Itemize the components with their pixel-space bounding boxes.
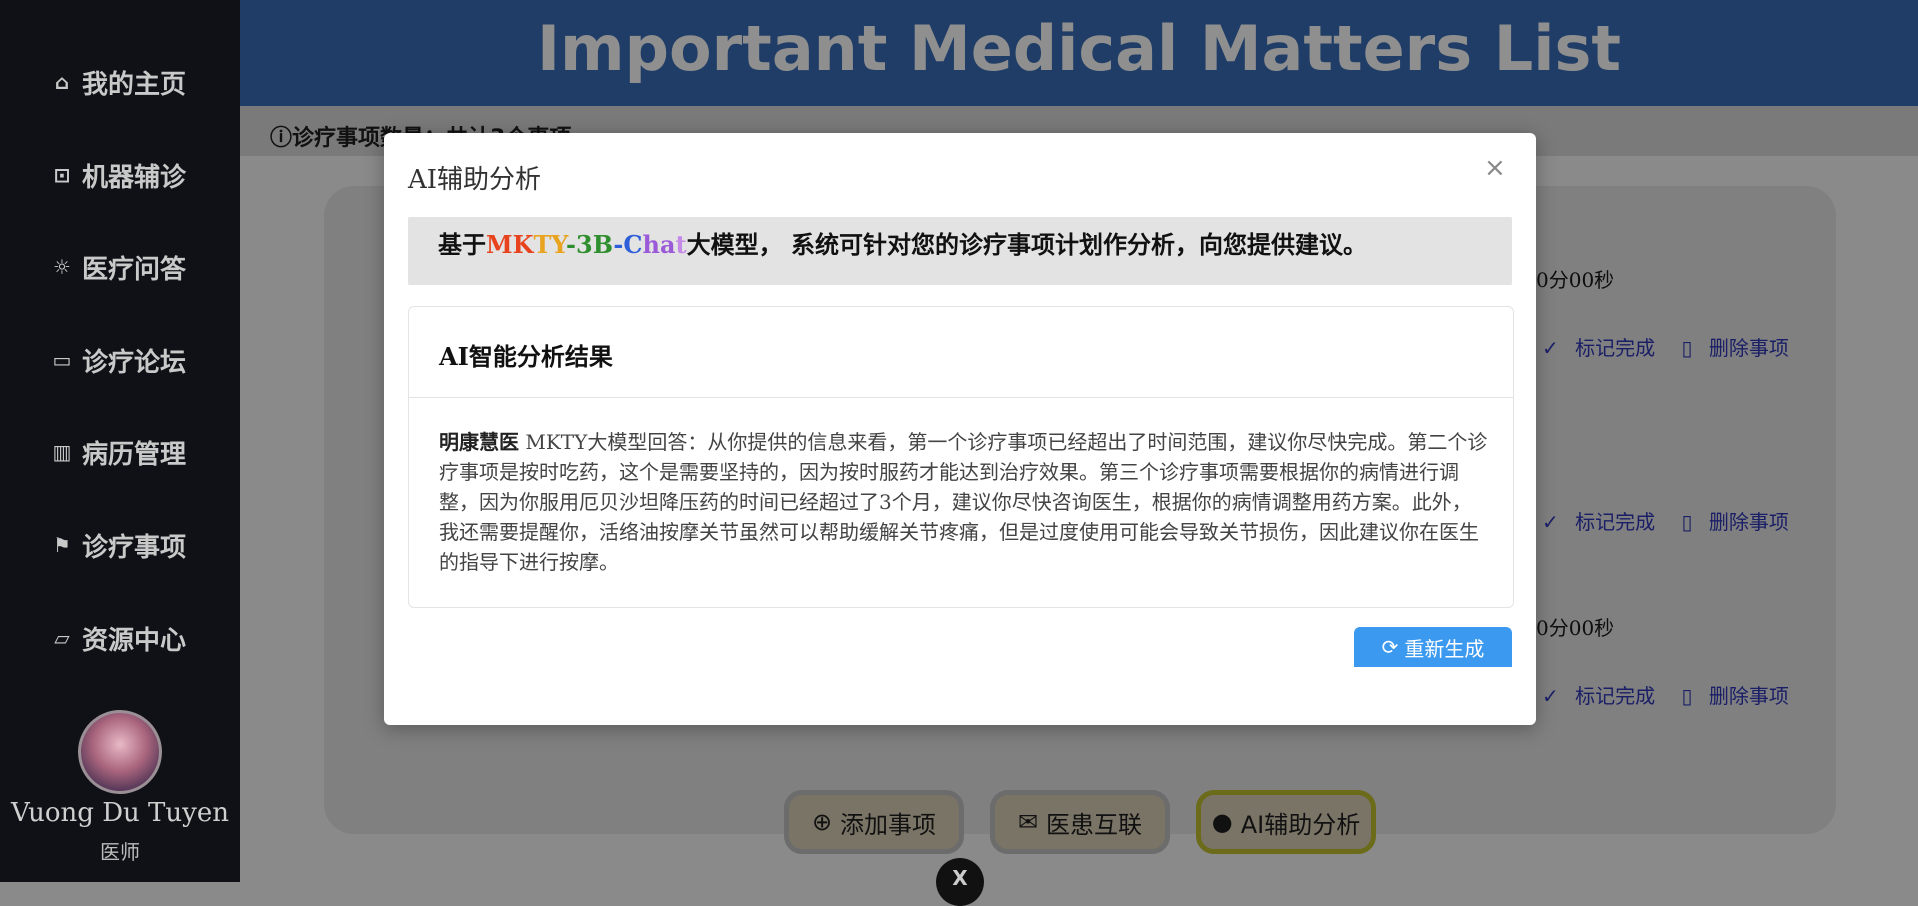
- result-title: AI智能分析结果: [439, 342, 613, 371]
- add-matter-button[interactable]: ⊕ 添加事项: [784, 790, 964, 854]
- model-char: K: [512, 230, 534, 259]
- mark-done-label: 标记完成: [1575, 684, 1656, 708]
- sidebar-item-label: 诊疗事项: [82, 532, 187, 563]
- mark-done-button[interactable]: ✓ 标记完成: [1542, 336, 1665, 360]
- banner-suffix: 大模型， 系统可针对您的诊疗事项计划作分析，向您提供建议。: [686, 230, 1367, 259]
- doctor-patient-label: 医患互联: [1046, 810, 1143, 839]
- banner-text: 基于MKTY-3B-Chat大模型， 系统可针对您的诊疗事项计划作分析，向您提供…: [438, 225, 1367, 260]
- delete-button[interactable]: ▯ 删除事项: [1681, 510, 1798, 534]
- check-icon: ✓: [1542, 684, 1559, 708]
- flag-icon: ⚑: [53, 533, 71, 557]
- model-char: M: [486, 230, 513, 259]
- home-icon: ⌂: [54, 70, 70, 94]
- model-char: -: [613, 230, 624, 259]
- user-name: Vuong Du Tuyen: [11, 798, 229, 828]
- mark-done-button[interactable]: ✓ 标记完成: [1542, 510, 1665, 534]
- model-char: T: [533, 230, 552, 259]
- delete-label: 删除事项: [1708, 684, 1789, 708]
- sidebar-item-label: 医疗问答: [82, 254, 187, 285]
- mark-done-label: 标记完成: [1575, 336, 1656, 360]
- doctor-patient-button[interactable]: ✉ 医患互联: [990, 790, 1170, 854]
- refresh-icon: ⟳: [1381, 635, 1399, 659]
- model-char: Y: [551, 230, 567, 259]
- sidebar: ⌂ 我的主页 ⊡ 机器辅诊 ☼ 医疗问答 ▭ 诊疗论坛 ▥ 病历管理 ⚑ 诊疗事…: [0, 0, 240, 882]
- robot-icon: ⊡: [53, 163, 71, 187]
- model-char: C: [623, 230, 643, 259]
- mark-done-label: 标记完成: [1575, 510, 1656, 534]
- sidebar-item-robot-diagnosis[interactable]: ⊡ 机器辅诊: [0, 150, 240, 200]
- item-1-actions: ✓ 标记完成 ▯ 删除事项: [1542, 332, 1809, 361]
- regenerate-button[interactable]: ⟳ 重新生成: [1354, 627, 1512, 667]
- delete-button[interactable]: ▯ 删除事项: [1681, 684, 1798, 708]
- result-body: 明康慧医 MKTY大模型回答：从你提供的信息来看，第一个诊疗事项已经超出了时间范…: [439, 427, 1489, 577]
- ai-analysis-modal: AI辅助分析 × 基于MKTY-3B-Chat大模型， 系统可针对您的诊疗事项计…: [384, 133, 1536, 725]
- sidebar-item-medical-qa[interactable]: ☼ 医疗问答: [0, 242, 240, 292]
- info-icon: ⓘ: [270, 126, 293, 151]
- sidebar-item-label: 我的主页: [82, 69, 187, 100]
- sidebar-item-records[interactable]: ▥ 病历管理: [0, 427, 240, 477]
- delete-button[interactable]: ▯ 删除事项: [1681, 336, 1798, 360]
- mark-done-button[interactable]: ✓ 标记完成: [1542, 684, 1665, 708]
- check-icon: ✓: [1542, 510, 1559, 534]
- close-icon[interactable]: ×: [1484, 153, 1506, 183]
- delete-label: 删除事项: [1708, 510, 1789, 534]
- sidebar-item-resources[interactable]: ▱ 资源中心: [0, 613, 240, 663]
- model-banner: 基于MKTY-3B-Chat大模型， 系统可针对您的诊疗事项计划作分析，向您提供…: [408, 217, 1512, 285]
- sidebar-item-forum[interactable]: ▭ 诊疗论坛: [0, 335, 240, 385]
- model-char: 3: [575, 230, 593, 259]
- crosshair-icon: ⊕: [811, 808, 833, 836]
- modal-title: AI辅助分析: [408, 165, 542, 195]
- regenerate-label: 重新生成: [1404, 636, 1485, 661]
- user-role: 医师: [100, 840, 140, 864]
- item-1-time: 0分00秒: [1536, 268, 1615, 292]
- add-matter-label: 添加事项: [840, 810, 937, 839]
- sidebar-item-home[interactable]: ⌂ 我的主页: [0, 57, 240, 107]
- close-fab[interactable]: X: [936, 858, 984, 906]
- folder-icon: ▱: [54, 626, 70, 650]
- delete-label: 删除事项: [1708, 336, 1789, 360]
- item-3-time: 0分00秒: [1536, 616, 1615, 640]
- sidebar-item-label: 病历管理: [82, 439, 187, 470]
- sun-icon: ☼: [53, 255, 71, 279]
- model-char: a: [659, 230, 676, 259]
- chat-icon: ▭: [52, 348, 72, 372]
- check-icon: ✓: [1542, 336, 1559, 360]
- ai-analysis-button[interactable]: ● AI辅助分析: [1196, 790, 1376, 854]
- result-speaker: 明康慧医: [439, 430, 519, 454]
- sidebar-item-label: 资源中心: [82, 625, 187, 656]
- item-3-actions: ✓ 标记完成 ▯ 删除事项: [1542, 680, 1809, 709]
- model-char: h: [642, 230, 660, 259]
- trash-icon: ▯: [1681, 684, 1693, 708]
- sidebar-item-label: 诊疗论坛: [82, 347, 187, 378]
- model-char: B: [592, 230, 614, 259]
- model-char: t: [675, 230, 687, 259]
- banner-prefix: 基于: [438, 230, 486, 259]
- records-icon: ▥: [52, 440, 72, 464]
- result-header: AI智能分析结果: [409, 307, 1513, 398]
- ai-analysis-label: AI辅助分析: [1240, 810, 1361, 839]
- sidebar-item-label: 机器辅诊: [82, 162, 187, 193]
- model-char: -: [566, 230, 576, 259]
- avatar[interactable]: [78, 710, 162, 794]
- envelope-icon: ✉: [1017, 808, 1039, 836]
- lightbulb-icon: ●: [1211, 808, 1233, 836]
- trash-icon: ▯: [1681, 336, 1693, 360]
- result-card: AI智能分析结果 明康慧医 MKTY大模型回答：从你提供的信息来看，第一个诊疗事…: [408, 306, 1514, 608]
- trash-icon: ▯: [1681, 510, 1693, 534]
- sidebar-item-matters[interactable]: ⚑ 诊疗事项: [0, 520, 240, 570]
- page-title: Important Medical Matters List: [536, 12, 1622, 85]
- result-text: MKTY大模型回答：从你提供的信息来看，第一个诊疗事项已经超出了时间范围，建议你…: [439, 430, 1488, 574]
- item-2-actions: ✓ 标记完成 ▯ 删除事项: [1542, 506, 1809, 535]
